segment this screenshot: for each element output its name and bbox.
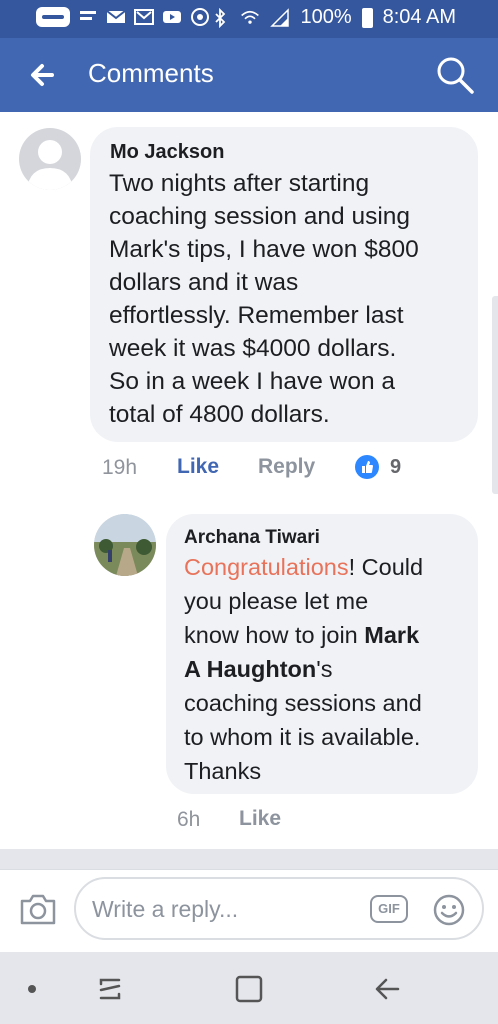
- like-button[interactable]: Like: [239, 807, 281, 831]
- chrome-icon: [191, 8, 209, 26]
- like-button[interactable]: Like: [177, 455, 219, 479]
- messages-icon: [36, 7, 70, 27]
- status-bar: 100% 8:04 AM: [0, 0, 498, 38]
- reply-input[interactable]: Write a reply... GIF: [74, 877, 484, 940]
- battery-icon: [361, 7, 373, 28]
- comment-line: to whom it is available.: [184, 724, 421, 750]
- search-icon[interactable]: [434, 54, 476, 96]
- nav-back-icon[interactable]: [370, 972, 404, 1006]
- comment-line: Thanks: [184, 758, 262, 784]
- scrollbar[interactable]: [492, 296, 498, 494]
- signal-icon: [270, 7, 290, 27]
- notification-icons: [36, 7, 210, 27]
- divider: [0, 849, 498, 869]
- comment-line: coaching sessions and: [184, 690, 422, 716]
- system-nav-bar: [0, 952, 498, 1024]
- comment-timestamp: 19h: [102, 456, 138, 479]
- comment-author[interactable]: Mo Jackson: [110, 141, 224, 164]
- comment-line: dollars and it was: [109, 269, 299, 296]
- comment-line: you please let me: [184, 588, 369, 614]
- avatar[interactable]: [94, 514, 156, 576]
- avatar[interactable]: [19, 128, 81, 190]
- reply-placeholder: Write a reply...: [92, 896, 239, 922]
- nav-dot-icon[interactable]: [28, 985, 36, 993]
- comment-line: Two nights after starting: [109, 170, 370, 197]
- app-bar: Comments: [0, 38, 498, 112]
- gmail-icon: [134, 9, 154, 25]
- comment-line: coaching session and using: [109, 203, 411, 230]
- system-icons: 100% 8:04 AM: [210, 6, 456, 29]
- mail-icon: [106, 10, 126, 23]
- comment-line: know how to join: [184, 622, 365, 648]
- recent-apps-icon[interactable]: [95, 972, 125, 1006]
- emoji-icon[interactable]: [432, 893, 466, 927]
- comment-text: Two nights after starting coaching sessi…: [109, 167, 419, 431]
- comment-line: effortlessly. Remember last: [109, 302, 404, 329]
- camera-icon[interactable]: [18, 891, 58, 927]
- gif-button[interactable]: GIF: [370, 895, 408, 923]
- comment-line: So in a week I have won a: [109, 368, 396, 395]
- youtube-icon: [163, 11, 181, 23]
- default-avatar-icon: [27, 140, 73, 190]
- comment-line: week it was $4000 dollars.: [109, 335, 397, 362]
- profile-photo: [94, 514, 156, 576]
- reply-button[interactable]: Reply: [258, 455, 315, 479]
- thumbs-up-icon[interactable]: [355, 455, 379, 479]
- comment-line: Mark's tips, I have won $800: [109, 236, 419, 263]
- page-title: Comments: [88, 58, 214, 88]
- battery-percent: 100%: [300, 6, 352, 28]
- comment-line: total of 4800 dollars.: [109, 401, 330, 428]
- comment-author[interactable]: Archana Tiwari: [184, 527, 320, 549]
- comment-line: 's: [316, 656, 333, 682]
- comment-text: Congratulations! Could you please let me…: [184, 550, 423, 788]
- reaction-count[interactable]: 9: [390, 456, 401, 479]
- comment-line: ! Could: [348, 554, 424, 580]
- clock: 8:04 AM: [382, 6, 456, 28]
- back-arrow-icon[interactable]: [22, 56, 64, 94]
- tagged-name[interactable]: A Haughton: [184, 656, 316, 682]
- tagged-name[interactable]: Mark: [364, 622, 419, 648]
- flag-icon: [80, 11, 96, 20]
- bluetooth-icon: [215, 7, 226, 28]
- mention-link[interactable]: Congratulations: [184, 554, 349, 580]
- comment-timestamp: 6h: [177, 808, 201, 831]
- home-icon[interactable]: [234, 974, 264, 1004]
- wifi-icon: [241, 10, 260, 24]
